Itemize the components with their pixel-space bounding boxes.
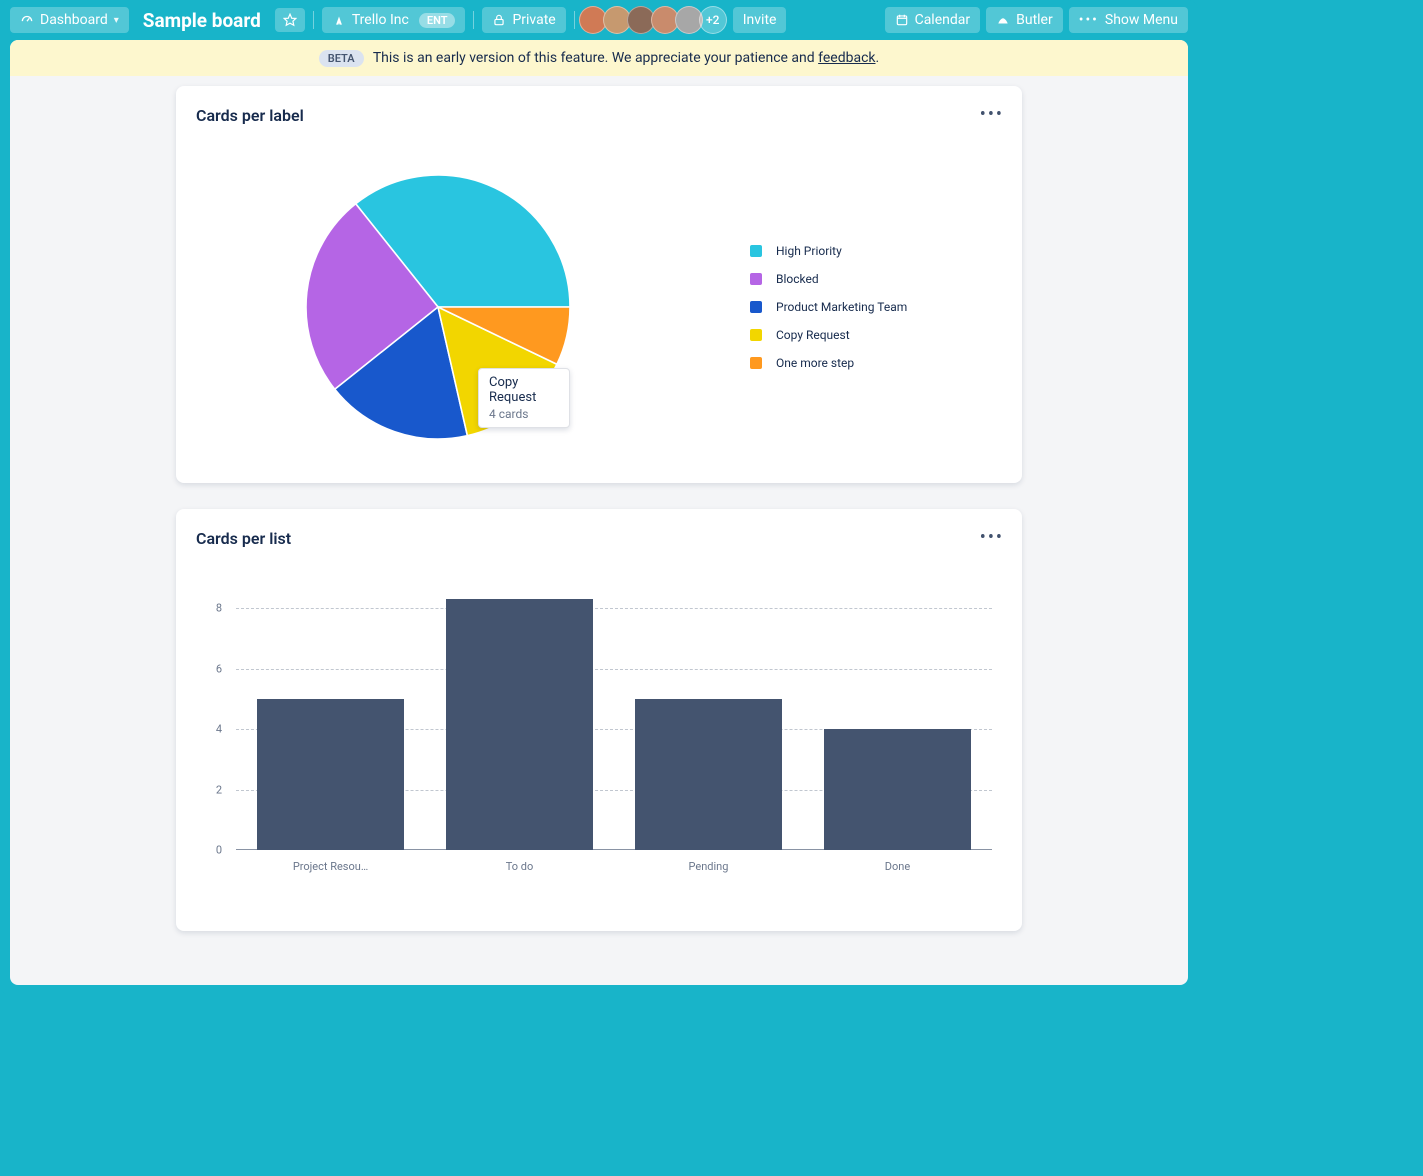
y-tick-label: 2 [216,783,236,796]
x-tick-label: To do [425,860,614,873]
butler-button[interactable]: Butler [986,7,1063,33]
y-tick-label: 4 [216,723,236,736]
legend-swatch [750,357,762,369]
legend-swatch [750,329,762,341]
legend-item[interactable]: Product Marketing Team [750,300,907,314]
member-avatars[interactable]: +2 [583,6,727,34]
ellipsis-icon: ••• [1079,12,1099,28]
beta-badge: BETA [319,50,364,67]
privacy-button[interactable]: Private [482,7,565,33]
legend-label: Blocked [776,272,819,286]
butler-icon [996,13,1010,27]
chart-title: Cards per list [196,529,1002,548]
dashboard-icon [20,13,34,27]
y-tick-label: 6 [216,662,236,675]
lock-icon [492,13,506,27]
chevron-down-icon: ▾ [114,15,119,26]
chart-card-cards-per-list: Cards per list ••• 02468 Project Resou…T… [176,509,1022,931]
divider [574,11,575,29]
star-button[interactable] [275,8,305,32]
calendar-button[interactable]: Calendar [885,7,981,33]
bar-chart[interactable]: 02468 [236,578,992,850]
bar[interactable] [635,699,782,850]
bar[interactable] [446,599,593,850]
y-tick-label: 8 [216,602,236,615]
privacy-label: Private [512,12,555,28]
legend-item[interactable]: Blocked [750,272,907,286]
dashboard-content: BETA This is an early version of this fe… [10,40,1188,985]
beta-banner: BETA This is an early version of this fe… [10,40,1188,76]
x-tick-label: Pending [614,860,803,873]
tooltip-subtitle: 4 cards [489,407,559,421]
atlassian-icon [332,13,346,27]
pie-chart[interactable]: Copy Request 4 cards [306,175,570,439]
avatar-overflow[interactable]: +2 [699,6,727,34]
legend-label: High Priority [776,244,842,258]
x-tick-label: Project Resou… [236,860,425,873]
star-icon [283,13,297,27]
divider [313,11,314,29]
bar[interactable] [257,699,404,850]
tooltip-title: Copy Request [489,375,559,405]
legend-label: Copy Request [776,328,850,342]
pie-legend: High Priority Blocked Product Marketing Te… [750,244,907,370]
y-tick-label: 0 [216,844,236,857]
divider [473,11,474,29]
card-menu-button[interactable]: ••• [980,104,1004,125]
board-header: Dashboard ▾ Sample board Trello Inc ENT … [0,0,1198,40]
legend-item[interactable]: High Priority [750,244,907,258]
bar[interactable] [824,729,971,850]
team-button[interactable]: Trello Inc ENT [322,7,466,33]
view-switcher[interactable]: Dashboard ▾ [10,7,129,33]
chart-card-cards-per-label: Cards per label ••• Copy Request 4 cards… [176,86,1022,483]
view-switcher-label: Dashboard [40,12,108,28]
legend-label: One more step [776,356,854,370]
team-name: Trello Inc [352,12,409,28]
x-tick-label: Done [803,860,992,873]
chart-title: Cards per label [196,106,1002,125]
board-title[interactable]: Sample board [135,9,269,32]
legend-swatch [750,245,762,257]
card-menu-button[interactable]: ••• [980,527,1004,548]
invite-button[interactable]: Invite [733,7,787,33]
legend-label: Product Marketing Team [776,300,907,314]
banner-text: This is an early version of this feature… [373,50,818,66]
legend-swatch [750,273,762,285]
dashboard-scroll[interactable]: Cards per label ••• Copy Request 4 cards… [10,76,1188,981]
feedback-link[interactable]: feedback [818,50,875,66]
show-menu-button[interactable]: ••• Show Menu [1069,7,1188,33]
team-badge: ENT [419,13,456,28]
legend-item[interactable]: One more step [750,356,907,370]
legend-swatch [750,301,762,313]
legend-item[interactable]: Copy Request [750,328,907,342]
calendar-icon [895,13,909,27]
chart-tooltip: Copy Request 4 cards [478,368,570,428]
